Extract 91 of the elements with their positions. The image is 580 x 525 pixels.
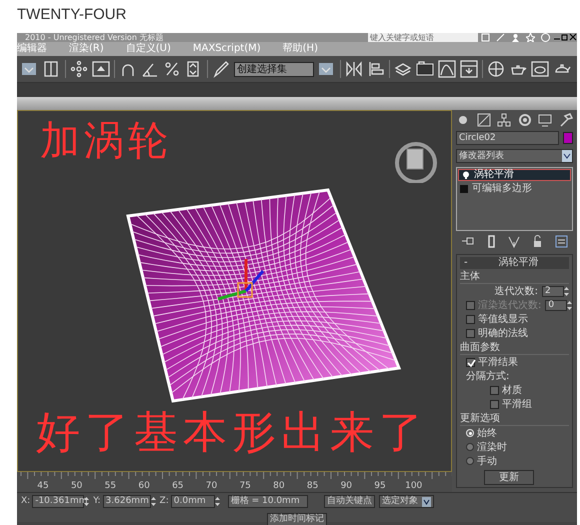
checkbox[interactable] (466, 358, 475, 366)
user-icon[interactable] (511, 33, 520, 42)
axis-label: Z: (160, 495, 169, 508)
update-button[interactable]: 更新 (484, 470, 534, 485)
mirror-icon[interactable] (345, 60, 363, 78)
selection-set-dropdown[interactable]: 创建选择集 (234, 62, 314, 76)
ruler-label: 90 (340, 480, 354, 493)
checkbox-label[interactable]: 明确的法线 (478, 326, 528, 340)
create-tab-icon[interactable] (456, 113, 470, 127)
modifier-list-dropdown[interactable]: 修改器列表 (456, 149, 573, 163)
search-field[interactable]: 键入关键字或短语 (368, 33, 478, 42)
time-tag-field[interactable]: 添加时间标记 (267, 512, 327, 525)
modify-tab-icon[interactable] (476, 113, 491, 127)
option-label: 分隔方式: (466, 370, 510, 382)
hammer-icon[interactable] (558, 113, 573, 127)
ruler-label: 70 (204, 480, 218, 493)
radio-label[interactable]: 始终 (477, 426, 497, 440)
ruler-label: 95 (373, 480, 387, 493)
color-swatch[interactable] (563, 132, 573, 144)
checkbox[interactable] (490, 400, 499, 408)
ruler-label: 85 (306, 480, 320, 493)
handwritten-annotation: 好了基本形出来了 (36, 411, 428, 455)
key-filter-dropdown[interactable]: 选定对象 (378, 495, 434, 508)
stack-item[interactable]: 涡轮平滑 (458, 169, 571, 181)
ruler-label: 50 (70, 480, 84, 493)
axis-label: Y: (93, 495, 101, 508)
radio-label[interactable]: 渲染时 (477, 440, 507, 454)
group-title: 曲面参数 (460, 342, 569, 355)
dropdown-label: 选定对象 (382, 496, 418, 508)
coordinate-field[interactable]: -10.361mm (32, 495, 84, 508)
hierarchy-tab-icon[interactable] (497, 113, 512, 127)
caret-icon (422, 496, 431, 507)
star-icon[interactable] (526, 33, 535, 42)
group-title: 更新选项 (460, 413, 569, 426)
render-frame-icon[interactable] (531, 60, 549, 78)
grid-size-field: 栅格 = 10.0mm (228, 495, 308, 508)
percent-icon[interactable] (163, 60, 181, 78)
caret-icon (562, 150, 572, 162)
close-icon[interactable] (569, 33, 577, 41)
spinner-arrows-icon[interactable] (150, 496, 156, 508)
align-icon[interactable] (367, 60, 385, 78)
axis-label: X: (21, 495, 30, 508)
view-cube-icon[interactable] (394, 139, 438, 183)
dropdown-label: 修改器列表 (459, 150, 504, 162)
restore-icon[interactable] (561, 33, 569, 41)
radio-button[interactable] (466, 457, 474, 465)
spinner-field[interactable]: 2 (542, 286, 564, 296)
transform-gizmo-icon[interactable] (218, 259, 264, 300)
checkbox-label[interactable]: 等值线显示 (478, 312, 528, 326)
collapse-toggle[interactable]: - (460, 257, 468, 269)
checkbox-label[interactable]: 材质 (502, 384, 522, 396)
display-tab-icon[interactable] (538, 113, 552, 127)
handwritten-annotation: 加涡轮 (40, 121, 172, 161)
radio-label[interactable]: 手动 (477, 454, 497, 468)
page-heading: TWENTY-FOUR (17, 5, 128, 25)
timeline-ruler[interactable]: 45 50 55 60 65 70 75 80 85 90 95 100 (17, 472, 452, 492)
spinner-arrows-icon[interactable] (564, 286, 569, 296)
panel-icon[interactable] (460, 60, 478, 78)
folder-icon[interactable] (416, 60, 434, 78)
pencil-icon[interactable] (212, 60, 230, 78)
graph-icon[interactable] (438, 60, 456, 78)
ruler-label: 45 (36, 480, 50, 493)
square-icon (460, 185, 468, 193)
rollout-title[interactable]: 涡轮平滑 (468, 257, 569, 269)
auto-key-button[interactable]: 自动关键点 (324, 495, 375, 508)
object-name-field[interactable]: Circle02 (456, 131, 559, 145)
nodes-icon[interactable] (70, 60, 88, 78)
coordinate-field[interactable]: 0.0mm (170, 495, 215, 508)
coordinate-field[interactable]: 3.626mm (102, 495, 151, 508)
ruler-label: 75 (238, 480, 252, 493)
stack-item[interactable]: 可编辑多边形 (458, 183, 571, 195)
spinner-label: 渲染迭代次数: (478, 298, 542, 312)
checkbox-label[interactable]: 平滑组 (502, 398, 532, 410)
bulb-icon (462, 171, 470, 179)
spinner-arrows-icon[interactable] (214, 496, 220, 508)
viewport[interactable]: 加涡轮 好了基本形出来了 (17, 110, 452, 472)
checkbox[interactable] (466, 314, 475, 324)
spinner-label: 迭代次数: (494, 284, 538, 298)
radio-button[interactable] (466, 443, 474, 451)
ruler-label: 80 (272, 480, 286, 493)
motion-tab-icon[interactable] (518, 113, 532, 127)
checkbox-label[interactable]: 平滑结果 (478, 356, 518, 368)
ruler-label: 55 (104, 480, 118, 493)
ruler-label: 100 (404, 480, 424, 493)
ruler-label: 65 (171, 480, 185, 493)
checkbox[interactable] (466, 328, 475, 338)
group-title: 主体 (460, 271, 569, 284)
window-title: 2010 - Unregistered Version 无标题 (24, 33, 164, 42)
ruler-label: 60 (137, 480, 151, 493)
checkbox[interactable] (490, 386, 499, 394)
sphere-icon[interactable] (487, 60, 505, 78)
